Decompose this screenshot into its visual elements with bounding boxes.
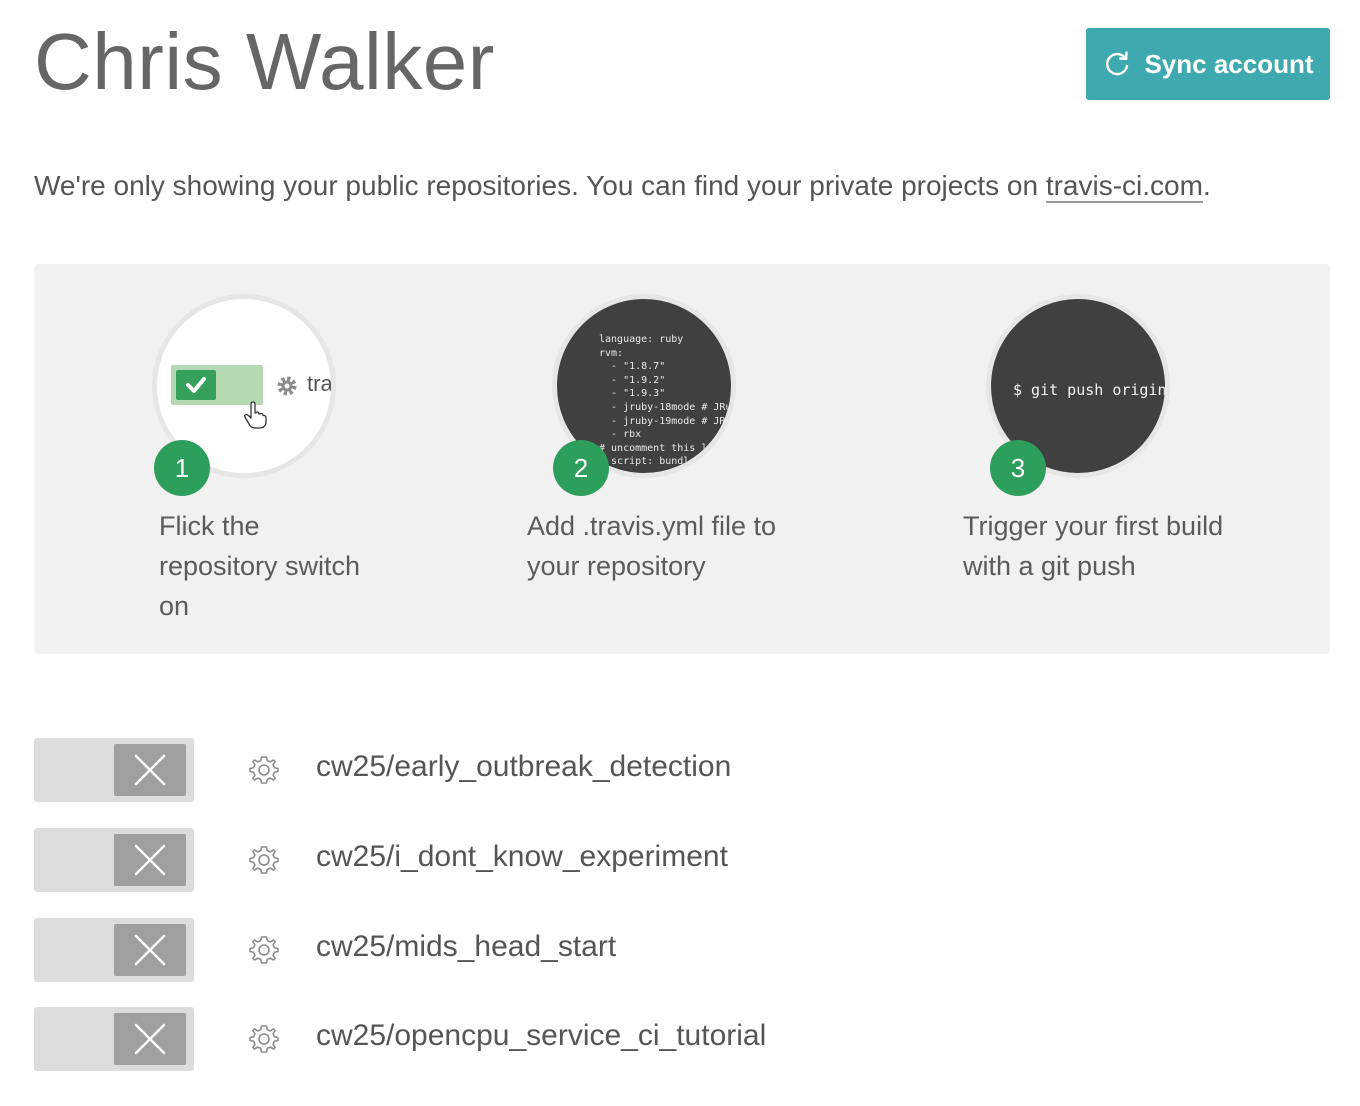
sync-account-label: Sync account bbox=[1144, 48, 1314, 79]
settings-gear-icon[interactable] bbox=[248, 844, 280, 876]
settings-gear-icon[interactable] bbox=[248, 754, 280, 786]
step-3-line-1: Trigger your first build bbox=[963, 511, 1224, 541]
git-push-command: $ git push origin bbox=[1013, 381, 1167, 399]
step-2-line-1: Add .travis.yml file to bbox=[527, 511, 777, 541]
public-repos-notice: We're only showing your public repositor… bbox=[34, 170, 1211, 203]
step-1-badge: 1 bbox=[154, 440, 210, 496]
step-3-line-2: with a git push bbox=[963, 551, 1136, 581]
disabled-x-icon bbox=[114, 924, 186, 976]
repository-toggle[interactable] bbox=[34, 918, 194, 982]
repository-row: cw25/early_outbreak_detection bbox=[34, 738, 934, 802]
hand-cursor-icon bbox=[244, 401, 267, 429]
refresh-icon bbox=[1106, 51, 1129, 76]
step-1-line-1: Flick the bbox=[159, 511, 260, 541]
repository-row: cw25/opencpu_service_ci_tutorial bbox=[34, 1007, 934, 1071]
page-title: Chris Walker bbox=[34, 17, 495, 106]
sync-account-button[interactable]: Sync account bbox=[1086, 28, 1330, 100]
step-3-text: Trigger your first build with a git push bbox=[963, 506, 1223, 586]
repository-toggle[interactable] bbox=[34, 1007, 194, 1071]
repository-toggle[interactable] bbox=[34, 738, 194, 802]
step-3-badge: 3 bbox=[990, 440, 1046, 496]
step-2-badge: 2 bbox=[553, 440, 609, 496]
checkmark-icon bbox=[176, 370, 216, 400]
disabled-x-icon bbox=[114, 1013, 186, 1065]
repository-row: cw25/i_dont_know_experiment bbox=[34, 828, 934, 892]
repository-toggle[interactable] bbox=[34, 828, 194, 892]
getting-started-panel: tra 1 Flick the repository switch on lan… bbox=[34, 264, 1330, 654]
notice-text: We're only showing your public repositor… bbox=[34, 170, 1046, 201]
disabled-x-icon bbox=[114, 834, 186, 886]
notice-suffix: . bbox=[1202, 170, 1211, 201]
settings-gear-icon[interactable] bbox=[248, 934, 280, 966]
step-1-line-2: repository switch bbox=[159, 551, 361, 581]
repo-name-preview: tra bbox=[307, 371, 333, 396]
step-2-line-2: your repository bbox=[527, 551, 706, 581]
repository-name-link[interactable]: cw25/opencpu_service_ci_tutorial bbox=[316, 1019, 766, 1053]
travis-yml-snippet: language: ruby rvm: - "1.8.7" - "1.9.2" … bbox=[599, 334, 732, 468]
gear-icon bbox=[277, 376, 297, 396]
disabled-x-icon bbox=[114, 744, 186, 796]
repository-name-link[interactable]: cw25/early_outbreak_detection bbox=[316, 750, 731, 784]
step-1-line-3: on bbox=[159, 591, 190, 621]
repository-name-link[interactable]: cw25/mids_head_start bbox=[316, 930, 616, 964]
repository-switch-illustration bbox=[171, 365, 263, 405]
repository-row: cw25/mids_head_start bbox=[34, 918, 934, 982]
step-2-text: Add .travis.yml file to your repository bbox=[527, 506, 776, 586]
repository-name-link[interactable]: cw25/i_dont_know_experiment bbox=[316, 840, 728, 874]
travis-ci-com-link[interactable]: travis-ci.com bbox=[1045, 170, 1203, 203]
settings-gear-icon[interactable] bbox=[248, 1023, 280, 1055]
step-1-text: Flick the repository switch on bbox=[159, 506, 360, 626]
